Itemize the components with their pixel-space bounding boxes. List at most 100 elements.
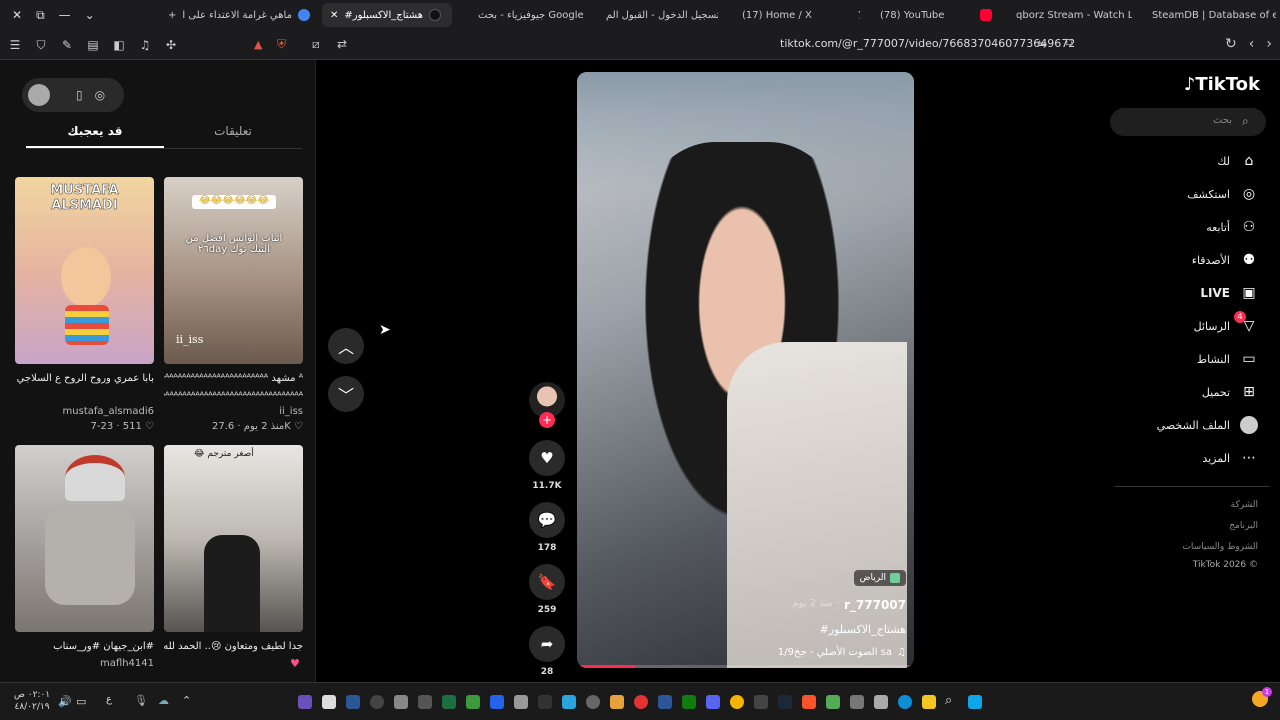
brave-shield-icon[interactable]: ⛨ <box>277 37 286 52</box>
site-settings-icon[interactable]: ⇋ <box>1037 37 1047 51</box>
edge-icon[interactable] <box>898 695 912 709</box>
app-icon[interactable] <box>394 695 408 709</box>
tab-comments[interactable]: تعليقات <box>164 120 302 148</box>
tab-8[interactable]: SteamDB | Database of e <box>1144 3 1276 27</box>
app-icon[interactable] <box>730 695 744 709</box>
file-icon[interactable] <box>322 695 336 709</box>
like-button[interactable]: ♥ <box>529 440 565 476</box>
nav-profile[interactable]: الملف الشخصي <box>1157 416 1258 434</box>
video-card[interactable]: MUSTAFA ALSMADI <box>15 177 154 364</box>
progress-track[interactable] <box>577 665 914 668</box>
tab-2-active[interactable]: ✕ #هشتاج_الاكسبلور <box>322 3 452 27</box>
nav-friends[interactable]: الأصدقاء ⚉ <box>1192 251 1258 269</box>
card-caption[interactable]: #ابن_جيهان #ور_سناب <box>15 641 154 652</box>
tab-5[interactable]: (17) Home / X 𝕏 <box>734 3 860 27</box>
device-icon[interactable]: ▯ <box>76 88 83 102</box>
shield-icon[interactable]: ⛉ <box>34 38 48 52</box>
brave-rewards-icon[interactable]: ▲ <box>254 38 262 51</box>
excel-icon[interactable] <box>442 695 456 709</box>
windows-start-icon[interactable] <box>968 695 982 709</box>
tab-4[interactable]: تسجيل الدخول - القبول الم <box>598 3 718 27</box>
search-icon[interactable]: ⌕ <box>1242 114 1249 129</box>
app-icon[interactable] <box>418 695 432 709</box>
tab-6[interactable]: (78) YouTube <box>872 3 998 27</box>
app-icon[interactable] <box>754 695 768 709</box>
steam-icon[interactable] <box>370 695 384 709</box>
nav-more[interactable]: المزيد ⋯ <box>1202 449 1258 467</box>
tiktok-logo[interactable]: ♪TikTok <box>1184 74 1260 95</box>
search-icon[interactable]: ⌕ <box>945 693 952 708</box>
nav-live[interactable]: LIVE ▣ <box>1200 284 1258 302</box>
close-window-icon[interactable]: ✕ <box>12 8 22 22</box>
forward-icon[interactable]: › <box>1266 36 1272 52</box>
avatar[interactable] <box>28 84 50 106</box>
app-icon[interactable] <box>826 695 840 709</box>
nav-upload[interactable]: تحميل ⊞ <box>1202 383 1258 401</box>
video-card[interactable] <box>15 445 154 632</box>
sidebar-icon[interactable]: ◧ <box>112 38 126 52</box>
nav-explore[interactable]: استكشف ◎ <box>1187 185 1258 203</box>
compass-icon[interactable]: ◎ <box>95 88 105 102</box>
app-icon[interactable] <box>298 695 312 709</box>
extensions-icon[interactable]: ✣ <box>164 38 178 52</box>
hashtag-link[interactable]: #هشتاج_الاكسبلور <box>820 623 906 636</box>
previous-video-button[interactable]: ︿ <box>328 328 364 364</box>
share-button[interactable]: ➦ <box>529 626 565 662</box>
url-field[interactable]: tiktok.com/@r_777007/video/7668370460773… <box>780 37 1075 50</box>
sound-line[interactable]: الصوت الأصلي - جخ1/9 sa ♫ <box>778 647 906 658</box>
follow-plus-icon[interactable]: + <box>539 412 555 428</box>
back-icon[interactable]: ‹ <box>1249 36 1255 52</box>
bookmark-icon[interactable]: ⌑ <box>1066 36 1073 51</box>
network-icon[interactable]: ▭ <box>76 695 86 708</box>
app-icon[interactable] <box>466 695 480 709</box>
nav-for-you[interactable]: لك ⌂ <box>1217 152 1258 170</box>
menu-icon[interactable]: ☰ <box>8 38 22 52</box>
tab-list-icon[interactable]: ⌄ <box>85 8 95 22</box>
pin-icon[interactable]: ✎ <box>60 38 74 52</box>
wallet-icon[interactable]: ▤ <box>86 38 100 52</box>
card-user[interactable]: ii_iss <box>164 406 303 417</box>
profile-pill[interactable]: ▯ ◎ <box>22 78 124 112</box>
card-caption[interactable]: جدا لطيف ومتعاون 😢.. الحمد لله <box>164 641 303 652</box>
media-icon[interactable]: ♫ <box>138 38 152 52</box>
tab-7[interactable]: qborz Stream - Watch Liv <box>1008 3 1132 27</box>
reload-icon[interactable]: ↻ <box>1225 36 1237 52</box>
nav-activity[interactable]: النشاط ▭ <box>1197 350 1258 368</box>
tab-3[interactable]: جيوفيزياء - بحث Google <box>470 3 586 27</box>
app-icon[interactable] <box>346 695 360 709</box>
new-tab-icon[interactable]: + <box>168 10 176 21</box>
microphone-icon[interactable]: 🎙 <box>134 694 148 707</box>
word-icon[interactable] <box>658 695 672 709</box>
footer-company[interactable]: الشركة <box>1231 500 1258 510</box>
app-icon[interactable] <box>586 695 600 709</box>
translate-icon[interactable]: ⇄ <box>337 37 347 51</box>
footer-terms[interactable]: الشروط والسياسات <box>1182 542 1258 552</box>
minimize-icon[interactable]: — <box>59 8 71 22</box>
app-icon[interactable] <box>874 695 888 709</box>
tray-expand-icon[interactable]: ⌃ <box>182 694 191 707</box>
save-button[interactable]: 🔖 <box>529 564 565 600</box>
discord-icon[interactable] <box>706 695 720 709</box>
tab-1[interactable]: + ماهي غرامة الاعتداء على ا <box>160 3 310 27</box>
language-indicator[interactable]: ع <box>106 694 112 705</box>
close-tab-icon[interactable]: ✕ <box>330 10 338 21</box>
nav-following[interactable]: أتابعه ⚇ <box>1206 218 1258 236</box>
comment-button[interactable]: 💬 <box>529 502 565 538</box>
app-icon[interactable] <box>610 695 624 709</box>
video-player[interactable]: الرياض منذ 2 يوم · r_777007 #هشتاج_الاكس… <box>577 72 914 668</box>
onedrive-icon[interactable]: ☁ <box>158 694 169 707</box>
app-icon[interactable] <box>490 695 504 709</box>
app-icon[interactable] <box>850 695 864 709</box>
telegram-icon[interactable] <box>562 695 576 709</box>
screenshot-icon[interactable]: ⧄ <box>312 37 320 52</box>
card-caption[interactable]: ᴬ مشهد ᴬᴬᴬᴬᴬᴬᴬᴬᴬᴬᴬᴬᴬᴬᴬᴬᴬᴬᴬᴬᴬᴬᴬᴬᴬᴬᴬᴬᴬᴬᴬᴬᴬ… <box>164 373 303 384</box>
username-link[interactable]: r_777007 <box>844 598 906 612</box>
file-explorer-icon[interactable] <box>922 695 936 709</box>
card-caption[interactable]: بابا عمري وروح الروح ع السلاجي بلا روح 🫀… <box>15 373 154 384</box>
clock[interactable]: ٠٢:٠١ ص ٤٨/٠٢/١٩ <box>14 689 50 713</box>
footer-program[interactable]: البرنامج <box>1229 521 1258 531</box>
app-icon[interactable] <box>538 695 552 709</box>
next-video-button[interactable]: ﹀ <box>328 376 364 412</box>
nav-messages[interactable]: الرسائل ▽ 4 <box>1194 311 1258 335</box>
video-card[interactable]: 😂😂😂😂😂😂 اثبات الواتس افضل من التيك توك ٢٦… <box>164 177 303 364</box>
